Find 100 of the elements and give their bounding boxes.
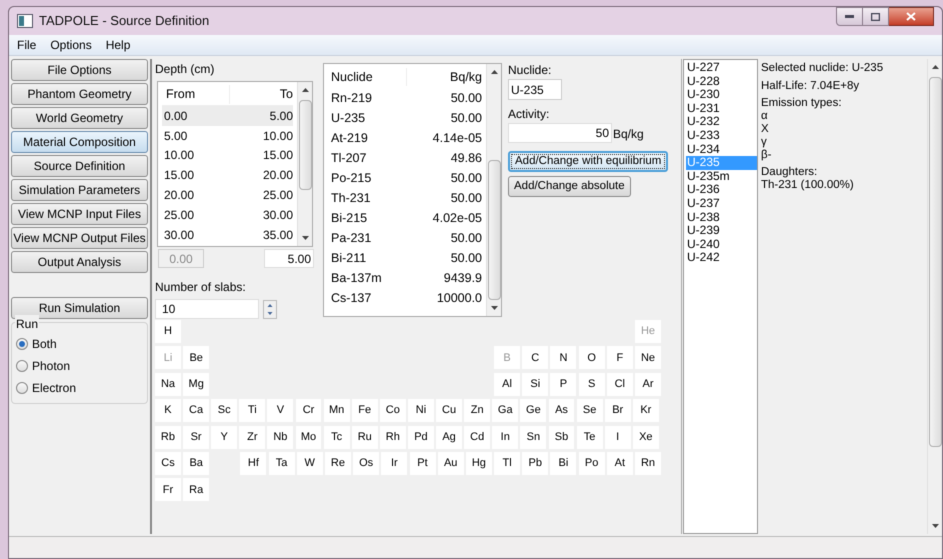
element-button[interactable]: Fe — [352, 399, 378, 422]
scroll-down-icon[interactable] — [932, 524, 938, 528]
scroll-down-icon[interactable] — [490, 306, 498, 310]
radio-option[interactable]: Both — [12, 335, 147, 353]
element-button[interactable]: Re — [324, 452, 351, 475]
scrollbar[interactable] — [927, 59, 942, 534]
element-button[interactable]: Mn — [324, 399, 350, 422]
element-button[interactable]: Ni — [408, 399, 434, 422]
element-button[interactable]: Mo — [296, 426, 322, 449]
element-button[interactable]: Zr — [239, 426, 266, 449]
isotope-item[interactable]: U-238 — [686, 210, 757, 224]
element-button[interactable]: In — [492, 426, 518, 449]
to-field[interactable]: 5.00 — [264, 249, 314, 268]
element-button[interactable]: Po — [578, 452, 605, 475]
nav-button[interactable]: File Options — [11, 59, 148, 81]
element-button[interactable]: Ir — [381, 452, 408, 475]
radio-button[interactable] — [16, 360, 28, 372]
element-button[interactable]: Tl — [494, 452, 520, 475]
element-button[interactable]: K — [155, 399, 181, 422]
scroll-up-icon[interactable] — [932, 65, 938, 69]
depth-row[interactable]: 30.00 35.00 — [162, 224, 293, 245]
element-button[interactable]: N — [550, 346, 576, 370]
element-button[interactable]: Sb — [548, 426, 574, 449]
element-button[interactable]: Bi — [550, 452, 576, 475]
nav-button[interactable]: View MCNP Output Files — [11, 227, 148, 249]
depth-row[interactable]: 25.00 30.00 — [162, 204, 293, 225]
scroll-thumb[interactable] — [488, 160, 501, 300]
element-button[interactable]: Ta — [268, 452, 295, 475]
element-button[interactable]: Nb — [267, 426, 294, 449]
element-button[interactable]: Ag — [436, 426, 462, 449]
activity-field[interactable]: 50 — [508, 123, 612, 143]
maximize-button[interactable] — [863, 7, 889, 26]
nav-button[interactable]: Phantom Geometry — [11, 83, 148, 105]
element-button[interactable]: Pd — [408, 426, 434, 449]
element-button[interactable]: Mg — [183, 372, 210, 396]
radio-button[interactable] — [16, 338, 28, 350]
element-button[interactable]: Ga — [492, 399, 518, 422]
element-button[interactable]: Tc — [324, 426, 350, 449]
close-button[interactable] — [889, 7, 934, 26]
nav-button[interactable]: Simulation Parameters — [11, 179, 148, 201]
nuclide-field[interactable]: U-235 — [508, 79, 562, 100]
element-button[interactable]: Hg — [466, 452, 492, 475]
isotope-item[interactable]: U-234 — [686, 142, 757, 156]
isotope-item[interactable]: U-232 — [686, 115, 757, 129]
menu-item[interactable]: Options — [50, 36, 92, 54]
element-button[interactable]: Si — [522, 372, 548, 396]
depth-row[interactable]: 10.00 15.00 — [162, 146, 293, 166]
scrollbar[interactable] — [297, 82, 312, 246]
nav-button[interactable]: World Geometry — [11, 107, 148, 129]
isotope-item[interactable]: U-242 — [686, 251, 757, 265]
element-button[interactable]: Zn — [464, 399, 490, 422]
element-button[interactable]: V — [267, 399, 294, 422]
element-button[interactable]: Pt — [410, 452, 436, 475]
element-button[interactable]: C — [522, 346, 548, 370]
element-button[interactable]: W — [296, 452, 323, 475]
element-button[interactable]: Ba — [183, 452, 210, 475]
element-button[interactable]: Rb — [155, 426, 181, 449]
element-button[interactable]: Au — [438, 452, 464, 475]
element-button[interactable]: Se — [576, 399, 603, 422]
column-header[interactable]: Nuclide — [331, 68, 406, 86]
element-button[interactable]: At — [606, 452, 633, 475]
element-button[interactable]: Rn — [635, 452, 661, 475]
element-button[interactable]: Y — [211, 426, 238, 449]
element-button[interactable]: I — [604, 426, 631, 449]
element-button[interactable]: Xe — [632, 426, 659, 449]
isotope-item[interactable]: U-228 — [686, 74, 757, 88]
nav-button[interactable]: View MCNP Input Files — [11, 203, 148, 225]
spin-buttons[interactable] — [263, 300, 277, 318]
element-button[interactable]: Ti — [239, 399, 266, 422]
element-button[interactable]: Br — [604, 399, 631, 422]
isotope-item[interactable]: U-237 — [686, 196, 757, 211]
element-button[interactable]: Sn — [520, 426, 546, 449]
scroll-up-icon[interactable] — [490, 70, 498, 74]
element-button[interactable]: Co — [380, 399, 406, 422]
element-button[interactable]: Ra — [183, 478, 210, 502]
nav-button[interactable]: Material Composition — [11, 131, 148, 153]
column-header[interactable]: To — [229, 85, 293, 104]
element-button[interactable]: Sc — [211, 399, 238, 422]
element-button[interactable]: Kr — [632, 399, 659, 422]
element-button[interactable]: Na — [155, 372, 181, 396]
element-button[interactable]: Cu — [436, 399, 462, 422]
element-button[interactable]: Cd — [464, 426, 490, 449]
element-button[interactable]: Ca — [183, 399, 210, 422]
scroll-up-icon[interactable] — [302, 88, 308, 92]
element-button[interactable]: Te — [576, 426, 603, 449]
column-header[interactable]: Bq/kg — [406, 68, 482, 86]
element-button[interactable]: Pb — [522, 452, 548, 475]
element-button[interactable]: Al — [494, 372, 520, 396]
isotope-item[interactable]: U-227 — [686, 61, 757, 75]
isotope-item[interactable]: U-233 — [686, 128, 757, 143]
element-button[interactable]: S — [578, 372, 605, 396]
element-button[interactable]: Ge — [520, 399, 546, 422]
element-button[interactable]: Ru — [352, 426, 378, 449]
minimize-button[interactable] — [836, 7, 863, 26]
element-button[interactable]: Cr — [296, 399, 322, 422]
isotope-item[interactable]: U-230 — [686, 88, 757, 102]
element-button[interactable]: Cs — [155, 452, 181, 475]
add-change-button[interactable]: Add/Change absolute — [508, 176, 631, 197]
isotope-item[interactable]: U-235m — [686, 170, 757, 184]
element-button[interactable]: O — [578, 346, 605, 370]
